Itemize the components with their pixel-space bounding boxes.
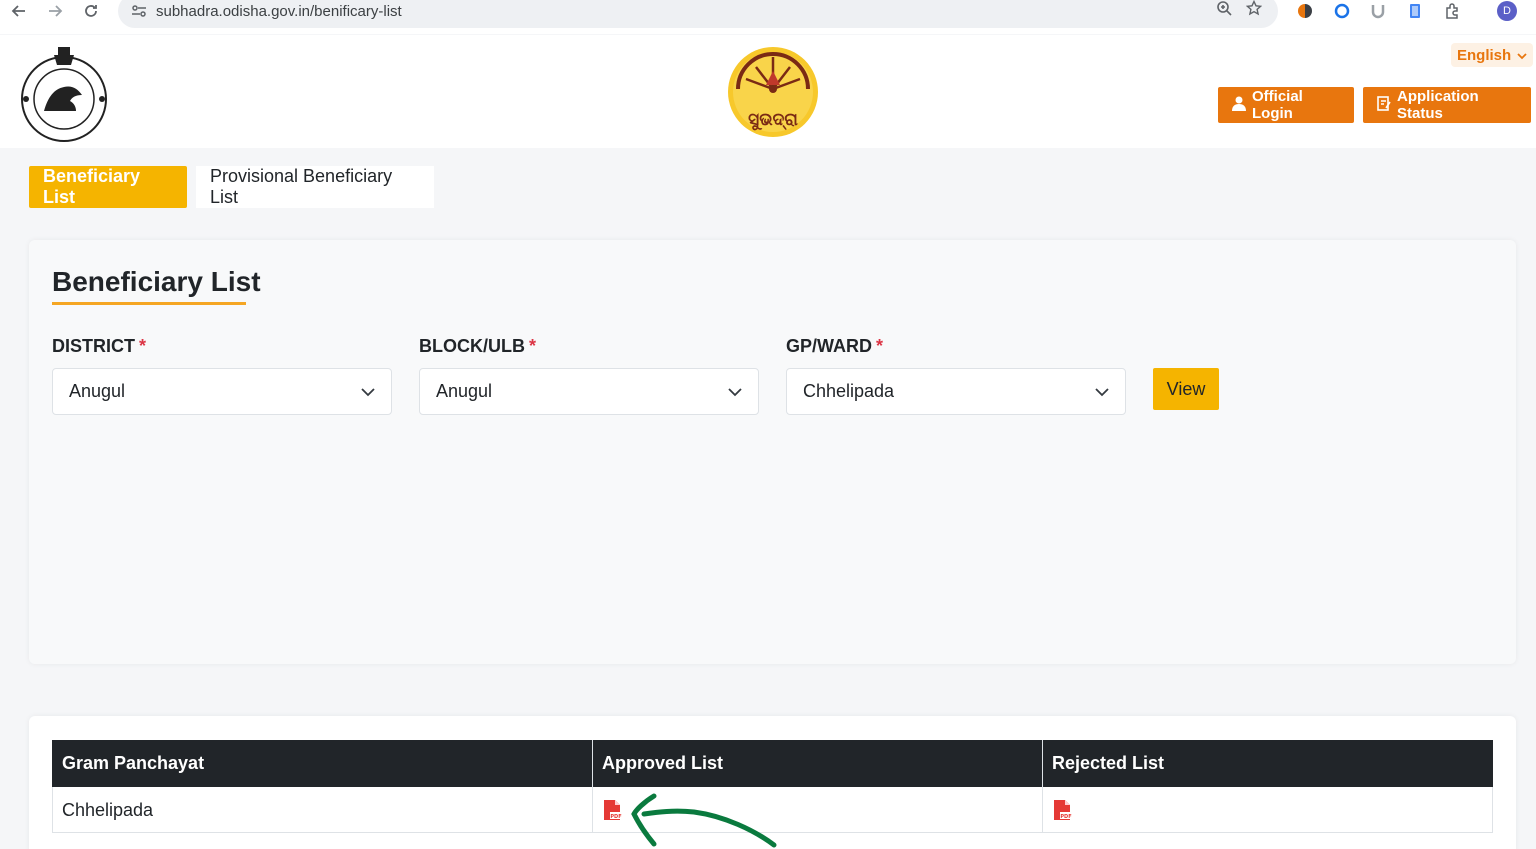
title-underline — [52, 302, 246, 305]
approved-pdf-icon[interactable]: PDF — [602, 799, 622, 821]
tab-beneficiary-list[interactable]: Beneficiary List — [29, 166, 187, 208]
official-login-label: Official Login — [1252, 88, 1303, 122]
extension-3-icon[interactable] — [1367, 0, 1389, 22]
block-ulb-select[interactable]: Anugul — [419, 368, 759, 415]
column-header-rejected-list: Rejected List — [1052, 753, 1165, 773]
application-status-label: Application Status — [1397, 88, 1479, 122]
block-ulb-label-text: BLOCK/ULB — [419, 336, 525, 356]
subhadra-logo: ସୁଭଦ୍ରା — [726, 45, 820, 139]
forward-icon[interactable] — [44, 0, 66, 22]
application-status-button[interactable]: Application Status — [1363, 87, 1531, 123]
svg-text:PDF: PDF — [610, 814, 621, 820]
language-value: English — [1457, 46, 1512, 64]
language-select[interactable]: English — [1451, 43, 1534, 67]
chevron-down-icon — [728, 381, 742, 402]
back-icon[interactable] — [8, 0, 30, 22]
site-settings-icon[interactable] — [130, 2, 148, 20]
district-value: Anugul — [69, 381, 126, 401]
district-label: DISTRICT * — [52, 336, 146, 357]
official-login-button[interactable]: Official Login — [1218, 87, 1354, 123]
zoom-icon[interactable] — [1216, 0, 1232, 21]
gp-ward-select[interactable]: Chhelipada — [786, 368, 1126, 415]
chevron-down-icon — [1517, 47, 1527, 64]
required-mark: * — [876, 336, 884, 356]
block-ulb-value: Anugul — [436, 381, 493, 401]
required-mark: * — [529, 336, 537, 356]
bookmark-star-icon[interactable] — [1245, 0, 1263, 21]
extension-4-icon[interactable] — [1404, 0, 1426, 22]
reload-icon[interactable] — [80, 0, 102, 22]
address-bar[interactable]: subhadra.odisha.gov.in/benificary-list — [118, 0, 1278, 28]
extension-1-icon[interactable] — [1294, 0, 1316, 22]
edit-document-icon — [1377, 95, 1391, 115]
district-select[interactable]: Anugul — [52, 368, 392, 415]
column-header-gram-panchayat: Gram Panchayat — [62, 753, 205, 773]
user-icon — [1232, 96, 1246, 115]
cell-approved-list: PDF — [592, 787, 1042, 833]
cell-gram-panchayat: Chhelipada — [62, 799, 154, 820]
block-ulb-label: BLOCK/ULB * — [419, 336, 536, 357]
cell-rejected-list: PDF — [1042, 787, 1493, 833]
chevron-down-icon — [361, 381, 375, 402]
browser-toolbar: subhadra.odisha.gov.in/benificary-list D — [0, 0, 1536, 34]
page-title: Beneficiary List — [52, 266, 261, 297]
required-mark: * — [139, 336, 147, 356]
gp-ward-value: Chhelipada — [803, 381, 895, 401]
district-label-text: DISTRICT — [52, 336, 135, 356]
rejected-pdf-icon[interactable]: PDF — [1052, 799, 1072, 821]
filter-card — [29, 240, 1516, 664]
profile-avatar[interactable]: D — [1496, 0, 1518, 22]
column-header-approved-list: Approved List — [602, 753, 724, 773]
view-button[interactable]: View — [1153, 368, 1219, 410]
extensions-icon[interactable] — [1442, 0, 1464, 22]
url-text[interactable]: subhadra.odisha.gov.in/benificary-list — [156, 3, 402, 20]
gp-ward-label-text: GP/WARD — [786, 336, 873, 356]
gp-ward-label: GP/WARD * — [786, 336, 883, 357]
logo-text: ସୁଭଦ୍ରା — [748, 110, 798, 131]
svg-text:PDF: PDF — [1060, 814, 1071, 820]
odisha-emblem-logo — [18, 41, 110, 143]
site-header: ସୁଭଦ୍ରା English Official Login Applicati… — [0, 35, 1536, 148]
tab-provisional-beneficiary-list[interactable]: Provisional Beneficiary List — [196, 166, 434, 208]
extension-2-icon[interactable] — [1331, 0, 1353, 22]
chevron-down-icon — [1095, 381, 1109, 402]
